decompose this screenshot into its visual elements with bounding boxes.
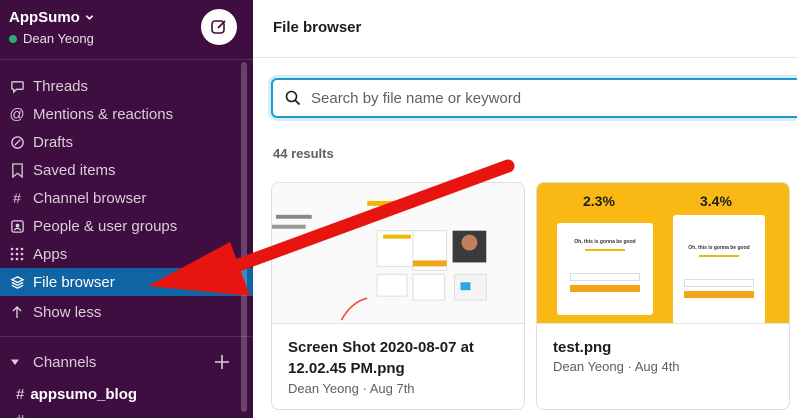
arrow-up-icon (9, 304, 25, 320)
thumb-mock-line (585, 249, 625, 251)
sidebar-item-saved[interactable]: Saved items (0, 156, 253, 184)
page-title: File browser (273, 19, 362, 36)
search-input[interactable] (311, 89, 791, 107)
sidebar-item-drafts[interactable]: Drafts (0, 128, 253, 156)
chevron-down-icon (85, 15, 94, 20)
file-card[interactable]: 2.3% 3.4% Oh, this is gonna be good Oh, … (536, 182, 790, 410)
thumb-mock-text: Oh, this is gonna be good (574, 239, 636, 245)
thumb-mock-input (684, 279, 754, 287)
sidebar-item-label: Channel browser (33, 189, 147, 207)
thumb-mock-line (699, 255, 739, 257)
sidebar-scrollbar[interactable] (241, 62, 247, 412)
workspace-header: AppSumo Dean Yeong (0, 0, 253, 60)
channel-item[interactable]: # appsumo_blog (0, 380, 253, 408)
channels-section-header[interactable]: Channels (0, 348, 253, 376)
apps-grid-icon (9, 246, 25, 262)
thumb-mock-right: Oh, this is gonna be good (673, 215, 765, 323)
hash-icon: # (16, 385, 25, 403)
layers-icon (9, 274, 25, 290)
file-name[interactable]: Screen Shot 2020-08-07 at 12.02.45 PM.pn… (288, 337, 510, 379)
thumb-mock-input (570, 273, 640, 281)
thumb-mock-button (684, 291, 754, 298)
sidebar-item-label: File browser (33, 273, 115, 291)
meta-separator: · (627, 359, 635, 374)
search-icon (285, 90, 301, 106)
file-name[interactable]: test.png (553, 337, 775, 358)
file-meta: Dean Yeong · Aug 7th (288, 381, 415, 396)
channel-item[interactable]: # (0, 406, 253, 418)
file-date: Aug 4th (634, 359, 680, 374)
file-author: Dean Yeong (553, 359, 624, 374)
sidebar: AppSumo Dean Yeong Threads @ Mentions & … (0, 0, 253, 418)
sidebar-nav: Threads @ Mentions & reactions Drafts Sa… (0, 72, 253, 337)
sidebar-item-file-browser[interactable]: File browser (0, 268, 253, 296)
status-online-icon (9, 34, 17, 43)
file-card[interactable]: Screen Shot 2020-08-07 at 12.02.45 PM.pn… (271, 182, 525, 410)
meta-separator: · (362, 381, 370, 396)
sidebar-item-label: Drafts (33, 133, 74, 151)
file-search[interactable] (271, 78, 797, 118)
threads-icon (9, 78, 25, 94)
file-date: Aug 7th (369, 381, 415, 396)
add-channel-icon[interactable] (214, 354, 230, 370)
sidebar-item-mentions[interactable]: @ Mentions & reactions (0, 100, 253, 128)
thumb-label-right: 3.4% (700, 193, 732, 209)
compose-button[interactable] (201, 9, 237, 45)
sidebar-item-label: People & user groups (33, 217, 178, 235)
hash-icon: # (16, 412, 24, 418)
file-thumbnail: 2.3% 3.4% Oh, this is gonna be good Oh, … (537, 183, 789, 324)
thumb-mock-left: Oh, this is gonna be good (557, 223, 653, 315)
file-thumbnail (272, 183, 524, 324)
file-meta: Dean Yeong · Aug 4th (553, 359, 680, 374)
at-icon: @ (9, 105, 25, 123)
results-count: 44 results (273, 146, 334, 161)
caret-down-icon (11, 359, 19, 365)
channels-section-label: Channels (33, 353, 97, 371)
thumb-mock-text: Oh, this is gonna be good (688, 245, 750, 251)
main-panel: File browser 44 results Screen Shot 2020… (253, 0, 797, 418)
sidebar-item-label: Apps (33, 245, 68, 263)
file-author: Dean Yeong (288, 381, 359, 396)
sidebar-item-label: Show less (33, 303, 102, 321)
sidebar-divider (0, 336, 253, 337)
workspace-name: AppSumo (9, 9, 80, 26)
current-user: Dean Yeong (9, 31, 94, 46)
sidebar-item-label: Mentions & reactions (33, 105, 174, 123)
sidebar-show-less[interactable]: Show less (0, 296, 253, 328)
bookmark-icon (9, 162, 25, 178)
sidebar-item-apps[interactable]: Apps (0, 240, 253, 268)
workspace-switcher[interactable]: AppSumo (9, 9, 94, 26)
current-user-name: Dean Yeong (23, 31, 94, 46)
sidebar-item-threads[interactable]: Threads (0, 72, 253, 100)
compose-icon (211, 20, 226, 34)
main-header: File browser (253, 0, 797, 58)
drafts-icon (9, 134, 25, 150)
thumb-label-left: 2.3% (583, 193, 615, 209)
channel-browser-icon: # (13, 190, 21, 206)
sidebar-item-label: Saved items (33, 161, 116, 179)
sidebar-item-people[interactable]: People & user groups (0, 212, 253, 240)
thumb-mock-button (570, 285, 640, 292)
sidebar-item-channel-browser[interactable]: # Channel browser (0, 184, 253, 212)
people-icon (9, 218, 25, 234)
channel-name: appsumo_blog (30, 385, 138, 403)
sidebar-item-label: Threads (33, 77, 89, 95)
